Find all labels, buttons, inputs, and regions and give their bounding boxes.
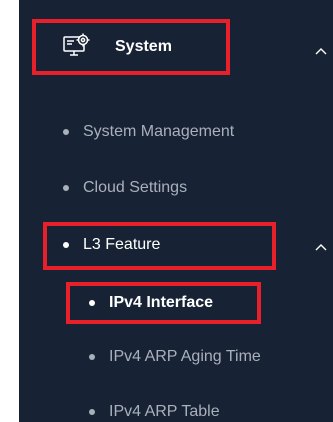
chevron-up-icon[interactable] <box>315 240 327 252</box>
highlight-box-system <box>32 19 230 75</box>
sidebar-subitem-label: IPv4 ARP Table <box>109 403 220 420</box>
bullet-icon <box>89 409 95 415</box>
chevron-up-icon[interactable] <box>315 44 327 56</box>
bullet-icon <box>63 185 69 191</box>
sidebar-item-cloud-settings[interactable]: Cloud Settings <box>63 178 187 198</box>
sidebar-subitem-label: IPv4 ARP Aging Time <box>109 348 261 365</box>
highlight-box-ipv4-interface <box>66 282 261 324</box>
sidebar-item-label: Cloud Settings <box>83 179 188 196</box>
sidebar-nav: System System Management Cloud Settings … <box>19 0 333 422</box>
sidebar-item-label: System Management <box>83 123 235 140</box>
sidebar-item-system-management[interactable]: System Management <box>63 122 234 142</box>
sidebar-subitem-ipv4-arp-aging-time[interactable]: IPv4 ARP Aging Time <box>89 347 261 367</box>
highlight-box-l3-feature <box>43 222 276 270</box>
bullet-icon <box>89 354 95 360</box>
sidebar-subitem-ipv4-arp-table[interactable]: IPv4 ARP Table <box>89 402 220 422</box>
bullet-icon <box>63 129 69 135</box>
